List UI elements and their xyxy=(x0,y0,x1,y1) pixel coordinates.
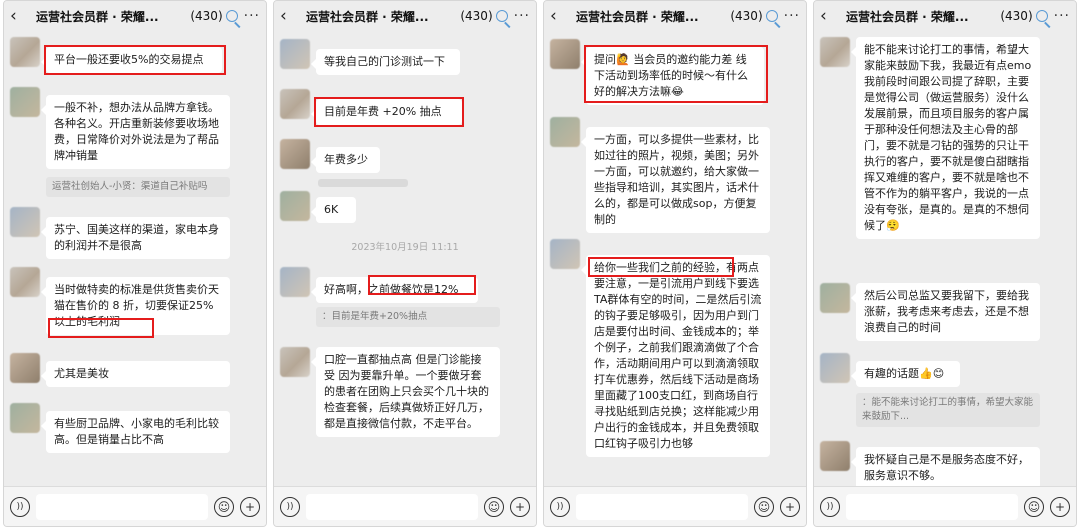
avatar[interactable] xyxy=(10,207,40,237)
message-list[interactable]: 提问🙋 当会员的邀约能力差 线下活动到场率低的时候～有什么好的解决方法嘛😂 一方… xyxy=(544,31,806,486)
chevron-left-icon[interactable]: ‹ xyxy=(280,8,296,25)
plus-icon[interactable]: + xyxy=(240,496,260,517)
avatar[interactable] xyxy=(10,267,40,297)
message-bubble[interactable]: 有趣的话题👍😊 xyxy=(851,361,960,387)
message-list[interactable]: 平台一般还要收5%的交易提点 一般不补，想办法从品牌方拿钱。各种名义。开店重新装… xyxy=(4,31,266,486)
chat-header: ‹ 运营社会员群 · 荣耀... (430) ··· xyxy=(814,1,1076,31)
chevron-left-icon[interactable]: ‹ xyxy=(550,8,566,25)
avatar[interactable] xyxy=(10,87,40,117)
avatar[interactable] xyxy=(280,39,310,69)
avatar[interactable] xyxy=(10,353,40,383)
chevron-left-icon[interactable]: ‹ xyxy=(820,8,836,25)
chat-input-bar: )) ☺ + xyxy=(274,486,536,526)
mute-bell-icon xyxy=(495,10,508,22)
chevron-left-icon[interactable]: ‹ xyxy=(10,8,26,25)
emoji-icon[interactable]: ☺ xyxy=(1024,496,1044,517)
avatar[interactable] xyxy=(280,267,310,297)
message-bubble[interactable]: 我怀疑自己是不是服务态度不好，服务意识不够。 xyxy=(851,447,1040,486)
sender-name xyxy=(318,179,408,187)
mute-bell-icon xyxy=(225,10,238,22)
chat-panel-3: ‹ 运营社会员群 · 荣耀... (430) ··· 提问🙋 当会员的邀约能力差… xyxy=(543,0,807,527)
group-title: 运营社会员群 · 荣耀... xyxy=(846,9,969,24)
more-icon[interactable]: ··· xyxy=(778,8,800,24)
message-bubble[interactable]: 给你一些我们之前的经验，有两点要注意，一是引流用户到线下要选TA群体有空的时间，… xyxy=(581,255,770,457)
chat-input-bar: )) ☺ + xyxy=(4,486,266,526)
voice-icon[interactable]: )) xyxy=(820,496,840,517)
avatar[interactable] xyxy=(550,117,580,147)
avatar[interactable] xyxy=(820,441,850,471)
chat-input-bar: )) ☺ + xyxy=(544,486,806,526)
member-count: (430) xyxy=(190,9,223,23)
highlight-box xyxy=(588,257,734,277)
message-input[interactable] xyxy=(576,493,748,520)
chat-panel-2: ‹ 运营社会员群 · 荣耀... (430) ··· 等我自己的门诊测试一下 目… xyxy=(273,0,537,527)
voice-icon[interactable]: )) xyxy=(280,496,300,517)
chat-header: ‹ 运营社会员群 · 荣耀... (430) ··· xyxy=(4,1,266,31)
message-bubble[interactable]: 尤其是美妆 xyxy=(41,361,230,387)
avatar[interactable] xyxy=(280,347,310,377)
plus-icon[interactable]: + xyxy=(780,496,800,517)
avatar[interactable] xyxy=(280,89,310,119)
more-icon[interactable]: ··· xyxy=(508,8,530,24)
emoji-icon[interactable]: ☺ xyxy=(484,496,504,517)
message-bubble[interactable]: 然后公司总监又要我留下，要给我涨薪，我考虑来考虑去，还是不想浪费自己的时间 xyxy=(851,283,1040,341)
highlight-box xyxy=(44,45,226,75)
avatar[interactable] xyxy=(10,37,40,67)
chat-header: ‹ 运营社会员群 · 荣耀... (430) ··· xyxy=(544,1,806,31)
chat-header: ‹ 运营社会员群 · 荣耀... (430) ··· xyxy=(274,1,536,31)
message-input[interactable] xyxy=(306,493,478,520)
message-bubble[interactable]: 等我自己的门诊测试一下 xyxy=(311,49,460,75)
message-bubble[interactable]: 有些厨卫品牌、小家电的毛利比较高。但是销量占比不高 xyxy=(41,411,230,453)
more-icon[interactable]: ··· xyxy=(1048,8,1070,24)
group-title: 运营社会员群 · 荣耀... xyxy=(576,9,699,24)
message-bubble[interactable]: 苏宁、国美这样的渠道，家电本身的利润并不是很高 xyxy=(41,217,230,259)
plus-icon[interactable]: + xyxy=(510,496,530,517)
plus-icon[interactable]: + xyxy=(1050,496,1070,517)
avatar[interactable] xyxy=(550,239,580,269)
quoted-reply: ：目前是年费+20%抽点 xyxy=(316,307,500,327)
avatar[interactable] xyxy=(10,403,40,433)
group-title: 运营社会员群 · 荣耀... xyxy=(306,9,429,24)
member-count: (430) xyxy=(730,9,763,23)
highlight-box xyxy=(314,97,464,127)
message-list[interactable]: 等我自己的门诊测试一下 目前是年费 +20% 抽点 年费多少 6K 2023年1… xyxy=(274,31,536,486)
message-bubble[interactable]: 能不能来讨论打工的事情，希望大家能来鼓励下我，我最近有点emo 我前段时间跟公司… xyxy=(851,37,1040,239)
chat-panel-1: ‹ 运营社会员群 · 荣耀... (430) ··· 平台一般还要收5%的交易提… xyxy=(3,0,267,527)
member-count: (430) xyxy=(460,9,493,23)
message-input[interactable] xyxy=(846,493,1018,520)
message-input[interactable] xyxy=(36,493,208,520)
message-list[interactable]: 能不能来讨论打工的事情，希望大家能来鼓励下我，我最近有点emo 我前段时间跟公司… xyxy=(814,31,1076,486)
avatar[interactable] xyxy=(550,39,580,69)
emoji-icon[interactable]: ☺ xyxy=(214,496,234,517)
voice-icon[interactable]: )) xyxy=(550,496,570,517)
member-count: (430) xyxy=(1000,9,1033,23)
avatar[interactable] xyxy=(820,353,850,383)
voice-icon[interactable]: )) xyxy=(10,496,30,517)
timestamp: 2023年10月19日 11:11 xyxy=(351,242,459,253)
chat-panel-4: ‹ 运营社会员群 · 荣耀... (430) ··· 能不能来讨论打工的事情，希… xyxy=(813,0,1077,527)
message-bubble[interactable]: 一方面，可以多提供一些素材，比如过往的照片，视频，美图；另外一方面，可以就邀约，… xyxy=(581,127,770,233)
mute-bell-icon xyxy=(765,10,778,22)
message-bubble[interactable]: 口腔一直都抽点高 但是门诊能接受 因为要靠升单。一个要做牙套的患者在团购上只会买… xyxy=(311,347,500,437)
avatar[interactable] xyxy=(820,283,850,313)
message-bubble[interactable]: 年费多少 xyxy=(311,147,380,173)
message-bubble[interactable]: 一般不补，想办法从品牌方拿钱。各种名义。开店重新装修要收场地费，日常降价对外说法… xyxy=(41,95,230,169)
quoted-reply: 运营社创始人-小贤：渠道自己补贴吗 xyxy=(46,177,230,197)
avatar[interactable] xyxy=(820,37,850,67)
emoji-icon[interactable]: ☺ xyxy=(754,496,774,517)
quoted-reply: ：能不能来讨论打工的事情，希望大家能来鼓励下... xyxy=(856,393,1040,427)
screenshot-collage: ‹ 运营社会员群 · 荣耀... (430) ··· 平台一般还要收5%的交易提… xyxy=(0,0,1080,527)
more-icon[interactable]: ··· xyxy=(238,8,260,24)
highlight-box xyxy=(584,45,768,103)
mute-bell-icon xyxy=(1035,10,1048,22)
message-bubble[interactable]: 6K xyxy=(311,197,356,223)
group-title: 运营社会员群 · 荣耀... xyxy=(36,9,159,24)
highlight-box xyxy=(368,275,476,295)
avatar[interactable] xyxy=(280,191,310,221)
highlight-box xyxy=(48,318,154,338)
chat-input-bar: )) ☺ + xyxy=(814,486,1076,526)
avatar[interactable] xyxy=(280,139,310,169)
